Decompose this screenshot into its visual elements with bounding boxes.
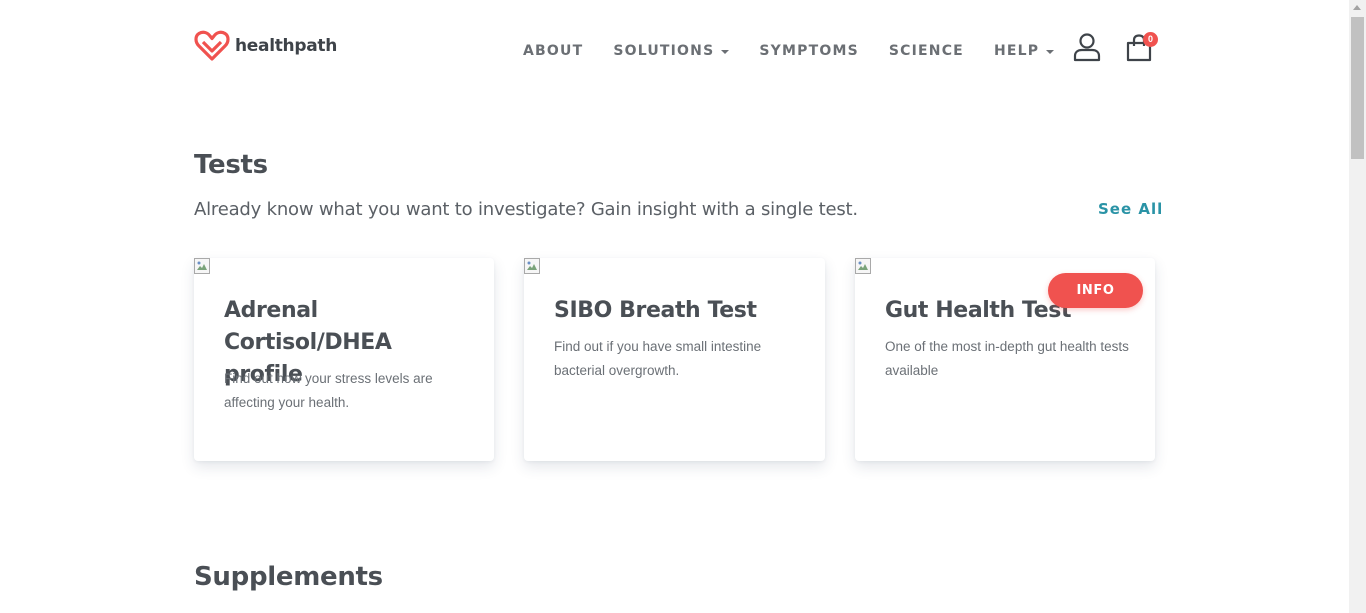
page: healthpath ABOUT SOLUTIONS SYMPTOMS SCIE…	[0, 0, 1349, 613]
caret-down-icon	[1046, 50, 1055, 54]
caret-down-icon	[721, 50, 730, 54]
card-description: Find out how your stress levels are affe…	[224, 371, 433, 410]
heart-logo-icon	[194, 30, 230, 61]
broken-image-icon	[524, 258, 540, 274]
brand-name: healthpath	[235, 36, 338, 56]
broken-image-icon	[855, 258, 871, 274]
nav-symptoms[interactable]: SYMPTOMS	[759, 43, 858, 59]
nav-help-label: HELP	[993, 43, 1040, 59]
nav-symptoms-label: SYMPTOMS	[759, 43, 859, 59]
card-description: One of the most in-depth gut health test…	[885, 339, 1129, 378]
main-nav: ABOUT SOLUTIONS SYMPTOMS SCIENCE HELP	[523, 43, 1084, 59]
card-description: Find out if you have small intestine bac…	[554, 339, 762, 378]
cart-count-badge: 0	[1143, 32, 1158, 47]
info-button[interactable]: INFO	[1048, 273, 1143, 308]
nav-solutions[interactable]: SOLUTIONS	[613, 43, 730, 59]
nav-about-label: ABOUT	[523, 43, 584, 59]
broken-image-icon	[194, 258, 210, 274]
scroll-up-arrow-icon[interactable]	[1353, 5, 1361, 10]
see-all-link[interactable]: See All	[1098, 200, 1163, 218]
scrollbar-thumb[interactable]	[1351, 17, 1364, 159]
tests-heading: Tests	[194, 150, 268, 180]
card-title: SIBO Breath Test	[554, 298, 757, 323]
nav-about[interactable]: ABOUT	[523, 43, 583, 59]
nav-help[interactable]: HELP	[993, 43, 1055, 59]
user-icon[interactable]	[1073, 32, 1101, 62]
test-card-sibo[interactable]: SIBO Breath Test Find out if you have sm…	[524, 258, 825, 461]
brand-logo[interactable]: healthpath	[194, 30, 337, 62]
nav-solutions-label: SOLUTIONS	[613, 43, 715, 59]
nav-science[interactable]: SCIENCE	[889, 43, 964, 59]
nav-science-label: SCIENCE	[888, 43, 964, 59]
test-card-adrenal[interactable]: Adrenal Cortisol/DHEA profile Find out h…	[194, 258, 494, 461]
supplements-heading: Supplements	[194, 562, 383, 592]
tests-subtitle: Already know what you want to investigat…	[194, 199, 858, 220]
